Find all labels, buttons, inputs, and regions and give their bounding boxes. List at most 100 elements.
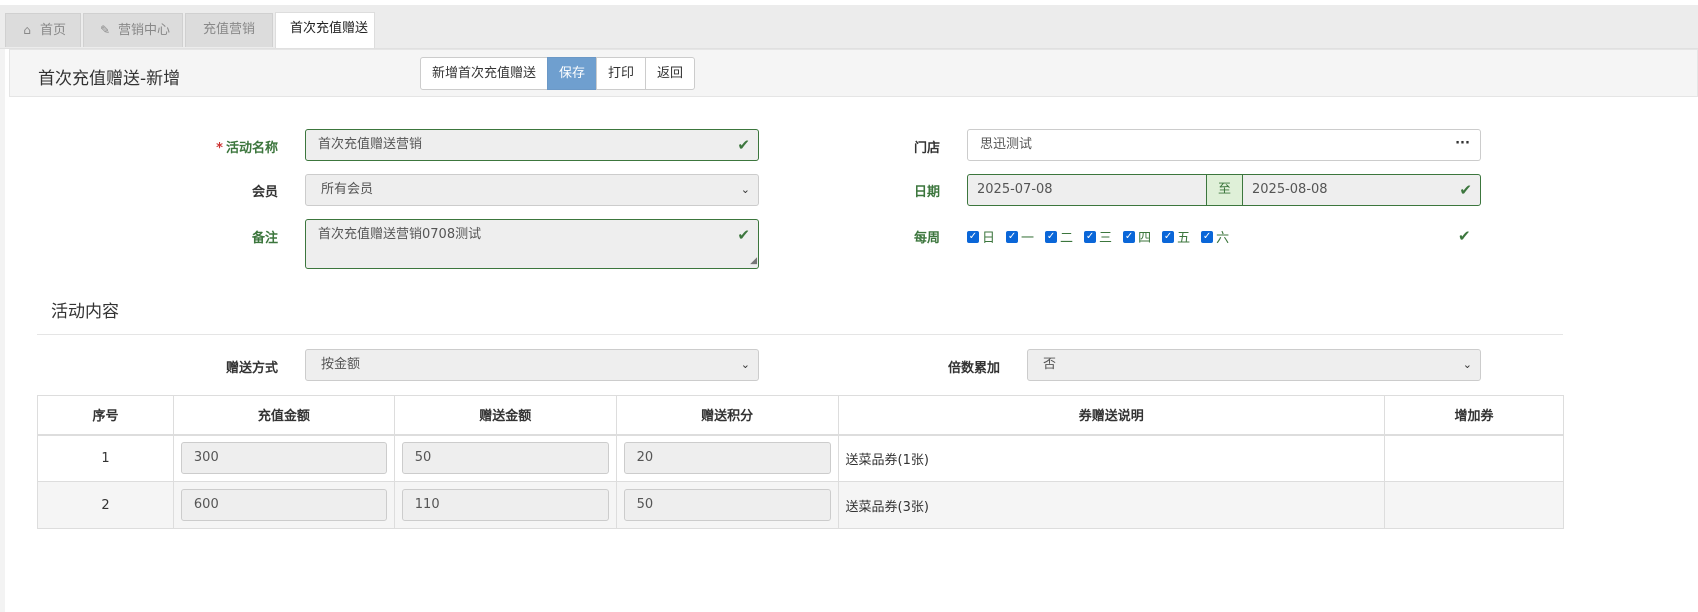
add-coupon-cell[interactable] xyxy=(1384,481,1564,529)
section-divider xyxy=(37,334,1563,335)
new-button[interactable]: 新增首次充值赠送 xyxy=(420,57,549,90)
check-icon: ✔ xyxy=(1459,181,1472,199)
section-title: 活动内容 xyxy=(51,302,119,322)
back-button[interactable]: 返回 xyxy=(645,57,696,90)
gift-amount-input[interactable]: 110 xyxy=(401,489,609,521)
weekday-label: 日 xyxy=(982,231,996,246)
points-input[interactable]: 20 xyxy=(623,442,831,475)
column-header: 券赠送说明 xyxy=(837,395,1386,436)
recharge-input[interactable]: 600 xyxy=(180,489,387,521)
page-title: 首次充值赠送-新增 xyxy=(38,69,181,89)
weekday-label: 四 xyxy=(1138,231,1152,246)
checkbox-checked-icon: ✓ xyxy=(1201,230,1214,243)
remark-label: 备注 xyxy=(251,231,278,246)
column-header: 序号 xyxy=(37,395,174,436)
gift-cell: 50 xyxy=(393,434,617,482)
column-header: 增加券 xyxy=(1384,395,1564,436)
checkbox-checked-icon: ✓ xyxy=(967,230,979,243)
coupon-description: 送菜品券(3张) xyxy=(837,481,1386,529)
check-icon: ✔ xyxy=(737,136,750,154)
chevron-down-icon: ⌄ xyxy=(740,358,750,371)
gift-cell: 110 xyxy=(393,481,617,529)
chevron-down-icon: ⌄ xyxy=(1462,358,1472,371)
required-mark: * xyxy=(216,141,223,156)
weekday-label: 三 xyxy=(1099,231,1113,246)
weekday-checkboxes: ✓ 日 ✓ 一 ✓ 二 ✓ 三 ✓ 四 ✓ 五 ✓ 六 xyxy=(967,227,1240,246)
date-to-addon: 至 xyxy=(1206,174,1243,206)
points-input[interactable]: 50 xyxy=(623,489,831,521)
resize-handle-icon[interactable]: ◢ xyxy=(750,246,757,276)
tab-label: 首次充值赠送 xyxy=(290,21,369,36)
chevron-down-icon: ⌄ xyxy=(740,183,750,196)
multiple-select[interactable]: 否 ⌄ xyxy=(1027,349,1481,381)
tab-recharge-marketing[interactable]: 充值营销 xyxy=(185,13,273,47)
date-start-input[interactable]: 2025-07-08 xyxy=(967,174,1207,206)
row-number: 2 xyxy=(37,481,174,529)
recharge-cell: 600 xyxy=(172,481,395,529)
member-label: 会员 xyxy=(251,185,278,200)
input-value: 2025-08-08 xyxy=(1252,182,1328,197)
select-value: 否 xyxy=(1043,357,1057,372)
weekday-checkbox[interactable]: ✓ 五 xyxy=(1162,227,1190,246)
date-label: 日期 xyxy=(913,185,940,200)
store-label: 门店 xyxy=(913,141,940,156)
tab-label: 首页 xyxy=(40,23,67,38)
weekday-label: 六 xyxy=(1216,231,1230,246)
edit-icon: ✎ xyxy=(99,23,111,37)
weekday-label: 五 xyxy=(1177,231,1191,246)
weekday-checkbox[interactable]: ✓ 三 xyxy=(1084,227,1112,246)
gift-mode-label: 赠送方式 xyxy=(225,361,278,376)
checkbox-checked-icon: ✓ xyxy=(1123,230,1136,243)
input-value: 2025-07-08 xyxy=(977,182,1053,197)
weekly-label: 每周 xyxy=(913,231,940,246)
input-value: 思迅测试 xyxy=(980,137,1033,152)
activity-name-input[interactable]: 首次充值赠送营销 ✔ xyxy=(305,129,759,161)
weekday-label: 一 xyxy=(1021,231,1035,246)
store-picker-button[interactable]: ··· xyxy=(1445,129,1481,161)
column-header: 充值金额 xyxy=(172,395,395,436)
add-coupon-cell[interactable] xyxy=(1384,434,1564,482)
home-icon: ⌂ xyxy=(23,23,31,37)
tab-home[interactable]: ⌂ 首页 xyxy=(5,13,81,47)
coupon-description: 送菜品券(1张) xyxy=(837,434,1386,482)
tab-label: 营销中心 xyxy=(118,23,171,38)
tab-bar: ⌂ 首页 ✎ 营销中心 充值营销 首次充值赠送 xyxy=(0,5,1698,49)
weekday-label: 二 xyxy=(1060,231,1074,246)
multiple-label: 倍数累加 xyxy=(947,361,1000,376)
tab-first-recharge-gift[interactable]: 首次充值赠送 xyxy=(275,12,375,48)
select-value: 所有会员 xyxy=(321,182,374,197)
checkbox-checked-icon: ✓ xyxy=(1045,230,1058,243)
recharge-table: 序号 充值金额 赠送金额 赠送积分 券赠送说明 增加券 1 300 50 20 … xyxy=(37,395,1564,529)
table-row: 1 300 50 20 送菜品券(1张) xyxy=(37,434,1564,482)
recharge-input[interactable]: 300 xyxy=(180,442,387,475)
left-border xyxy=(0,49,5,612)
table-row: 2 600 110 50 送菜品券(3张) xyxy=(37,481,1564,529)
weekday-checkbox[interactable]: ✓ 二 xyxy=(1045,227,1073,246)
points-cell: 50 xyxy=(615,481,839,529)
toolbar: 新增首次充值赠送 保存 打印 返回 xyxy=(420,57,696,90)
gift-amount-input[interactable]: 50 xyxy=(401,442,609,475)
tab-label: 充值营销 xyxy=(203,22,256,37)
points-cell: 20 xyxy=(615,434,839,482)
page-header: 首次充值赠送-新增 新增首次充值赠送 保存 打印 返回 xyxy=(9,49,1698,97)
checkbox-checked-icon: ✓ xyxy=(1006,230,1019,243)
weekday-checkbox[interactable]: ✓ 日 xyxy=(967,227,995,246)
check-icon: ✔ xyxy=(737,226,750,244)
gift-mode-select[interactable]: 按金额 ⌄ xyxy=(305,349,759,381)
store-input[interactable]: 思迅测试 xyxy=(967,129,1446,161)
print-button[interactable]: 打印 xyxy=(596,57,647,90)
member-select[interactable]: 所有会员 ⌄ xyxy=(305,174,759,206)
column-header: 赠送金额 xyxy=(393,395,617,436)
weekday-checkbox[interactable]: ✓ 六 xyxy=(1201,227,1229,246)
checkbox-checked-icon: ✓ xyxy=(1162,230,1175,243)
save-button[interactable]: 保存 xyxy=(547,57,598,90)
date-end-input[interactable]: 2025-08-08 ✔ xyxy=(1242,174,1481,206)
remark-textarea[interactable]: 首次充值赠送营销0708测试 ✔ ◢ xyxy=(305,219,759,269)
input-value: 首次充值赠送营销 xyxy=(318,137,423,152)
recharge-cell: 300 xyxy=(172,434,395,482)
weekday-checkbox[interactable]: ✓ 一 xyxy=(1006,227,1034,246)
weekday-checkbox[interactable]: ✓ 四 xyxy=(1123,227,1151,246)
tab-marketing-center[interactable]: ✎ 营销中心 xyxy=(83,13,183,47)
select-value: 按金额 xyxy=(321,357,361,372)
table-header-row: 序号 充值金额 赠送金额 赠送积分 券赠送说明 增加券 xyxy=(37,395,1564,436)
